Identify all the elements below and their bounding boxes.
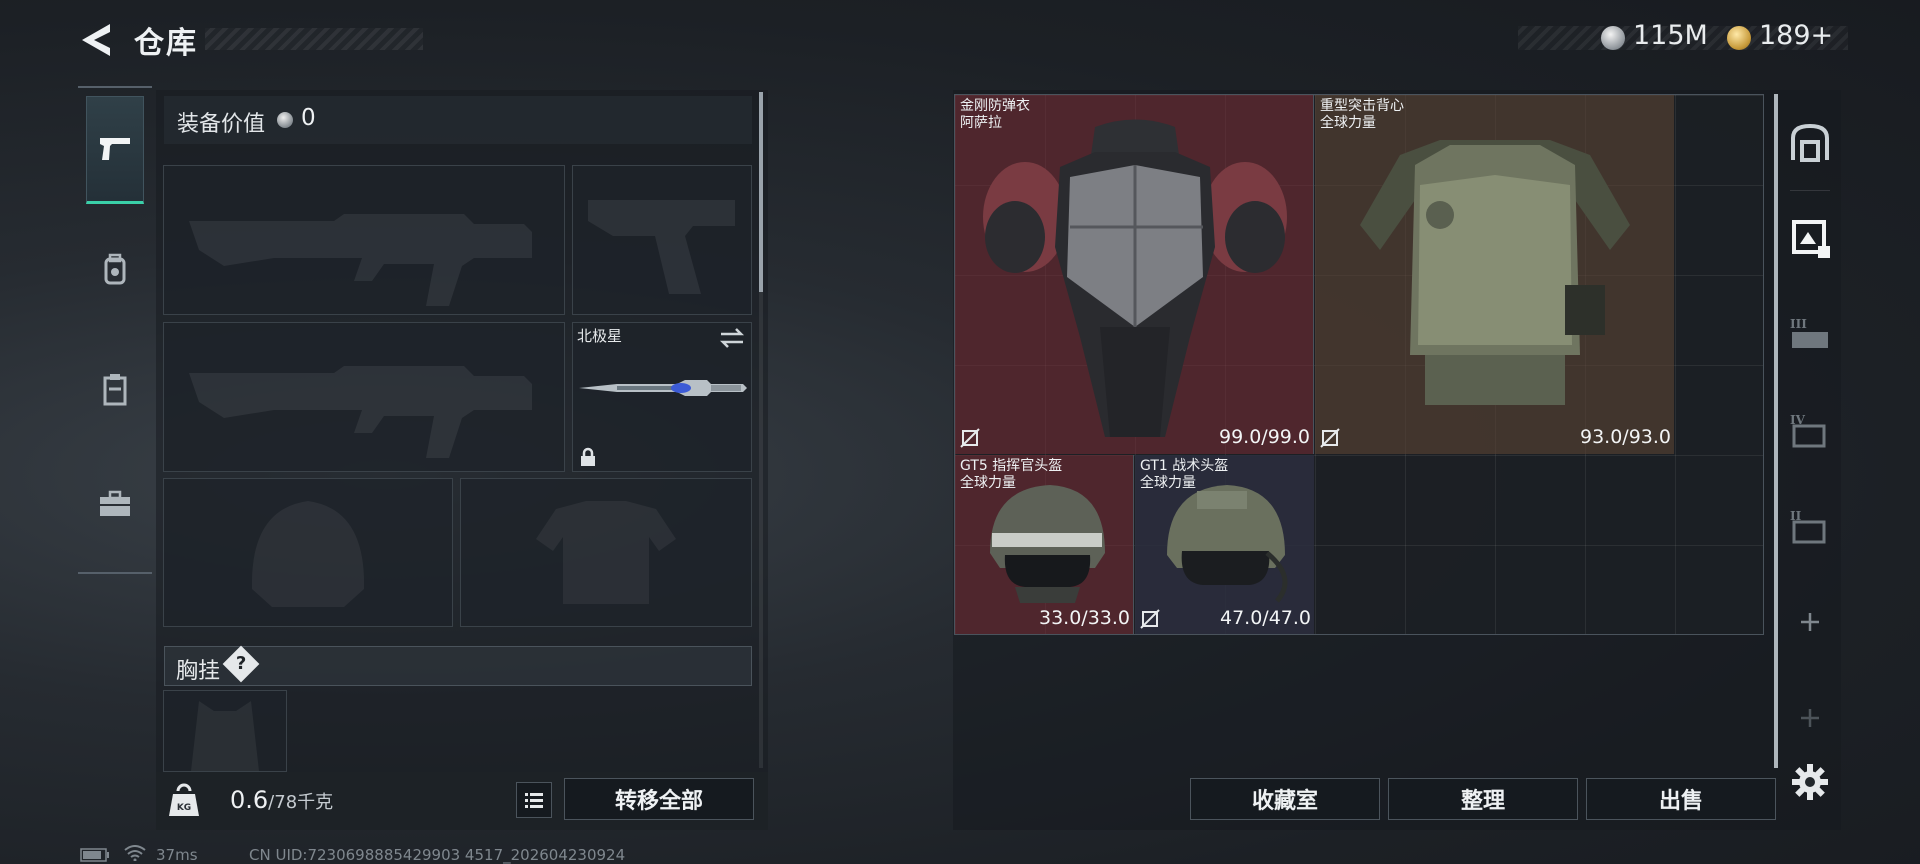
item-durability: 47.0/47.0	[1219, 607, 1311, 629]
helmet-silhouette-icon	[251, 501, 365, 607]
organize-button[interactable]: 整理	[1388, 778, 1578, 820]
pistol-icon	[100, 138, 130, 160]
tab-chest-rig[interactable]	[86, 336, 144, 444]
storage-tab-main[interactable]	[1784, 112, 1836, 172]
add-storage-button-2[interactable]	[1784, 688, 1836, 748]
ping-readout: 37ms	[156, 846, 198, 864]
storage-tab-selected[interactable]	[1784, 208, 1836, 268]
equipment-value-label: 装备价值	[177, 112, 266, 137]
backpack-icon	[104, 253, 126, 285]
item-durability: 93.0/93.0	[1579, 426, 1671, 448]
tier-three-icon: III	[1790, 317, 1828, 348]
carry-weight: 0.6/78千克	[230, 786, 333, 814]
storage-tab-3[interactable]: III	[1784, 304, 1836, 364]
settings-button[interactable]	[1784, 752, 1836, 812]
gold-currency-amount[interactable]: 189+	[1759, 20, 1833, 51]
sidearm-slot[interactable]	[572, 165, 752, 315]
rifle-silhouette-icon	[189, 214, 532, 306]
helmet-slot[interactable]	[163, 478, 453, 627]
list-view-button[interactable]	[516, 782, 552, 818]
item-durability: 33.0/33.0	[1038, 607, 1130, 629]
tier-four-icon: IV	[1790, 413, 1826, 448]
grid-item-helmet-2[interactable]: GT1 战术头盔 全球力量 47.0/47.0	[1135, 455, 1314, 634]
swap-icon[interactable]	[719, 327, 745, 349]
melee-slot[interactable]: 北极星	[572, 322, 752, 472]
no-repair-icon	[960, 428, 980, 448]
knife-icon	[579, 380, 747, 396]
armor-silhouette-icon	[536, 501, 676, 604]
helmet-icon	[1167, 485, 1288, 603]
weight-icon: KG	[169, 783, 199, 816]
silver-currency-amount: 115M	[1633, 20, 1708, 51]
tier-two-icon: II	[1790, 509, 1826, 544]
user-uid: CN UID:7230698885429903 4517_20260423092…	[249, 846, 626, 864]
body-armor-icon	[983, 119, 1287, 437]
helmet-icon	[990, 485, 1105, 603]
equipment-value: 0	[301, 105, 316, 131]
battery-icon	[80, 848, 109, 862]
chest-rig-slot[interactable]	[163, 690, 287, 772]
svg-text:III: III	[1790, 317, 1807, 331]
plus-icon	[1801, 709, 1819, 727]
item-durability: 99.0/99.0	[1218, 426, 1310, 448]
tab-case[interactable]	[86, 450, 144, 558]
chest-rig-label: 胸挂	[176, 659, 221, 684]
transfer-all-button[interactable]: 转移全部	[564, 778, 754, 820]
sidebar-divider	[1790, 190, 1830, 191]
storage-tab-5[interactable]: II	[1784, 496, 1836, 556]
tab-backpack[interactable]	[86, 216, 144, 324]
weight-current: 0.6	[230, 786, 269, 814]
back-arrow-icon	[82, 24, 110, 56]
storage-scroll-thumb[interactable]	[1774, 94, 1778, 768]
gear-icon	[1792, 764, 1828, 800]
gear-box-icon	[1792, 220, 1830, 258]
storage-tab-4[interactable]: IV	[1784, 400, 1836, 460]
vault-icon	[1791, 123, 1829, 162]
back-button[interactable]	[78, 20, 114, 60]
weight-max: /78千克	[268, 792, 334, 813]
lock-icon	[581, 447, 595, 466]
equipment-scroll-thumb[interactable]	[759, 92, 763, 292]
sell-button[interactable]: 出售	[1586, 778, 1776, 820]
collection-room-button[interactable]: 收藏室	[1190, 778, 1380, 820]
grid-item-helmet-1[interactable]: GT5 指挥官头盔 全球力量 33.0/33.0	[955, 455, 1134, 634]
primary-weapon-slot-2[interactable]	[163, 322, 565, 472]
body-armor-slot[interactable]	[460, 478, 752, 627]
tab-weapons[interactable]	[86, 96, 144, 204]
list-icon	[525, 793, 543, 808]
pistol-silhouette-icon	[588, 200, 735, 294]
toolbox-icon	[100, 490, 130, 516]
page-title: 仓库	[134, 26, 198, 61]
grid-item-armor-2[interactable]: 重型突击背心 全球力量 93.0/93.0	[1315, 95, 1674, 454]
gold-coin-icon	[1727, 26, 1751, 50]
rifle-silhouette-icon	[189, 366, 532, 458]
rig-silhouette-icon	[191, 701, 259, 771]
silver-coin-icon	[1601, 26, 1625, 50]
chest-rig-icon	[103, 374, 127, 406]
svg-text:KG: KG	[177, 803, 191, 813]
no-repair-icon	[1140, 609, 1160, 629]
value-coin-icon	[277, 112, 293, 128]
plus-icon	[1801, 613, 1819, 631]
title-decoration	[205, 28, 423, 50]
primary-weapon-slot-1[interactable]	[163, 165, 565, 315]
no-repair-icon	[1320, 428, 1340, 448]
add-storage-button[interactable]	[1784, 592, 1836, 652]
assault-vest-icon	[1360, 140, 1630, 405]
grid-item-armor-1[interactable]: 金刚防弹衣 阿萨拉 99.0/99.0	[955, 95, 1314, 454]
help-glyph: ?	[235, 652, 247, 674]
wifi-icon	[124, 845, 146, 861]
melee-item-name: 北极星	[577, 327, 623, 345]
